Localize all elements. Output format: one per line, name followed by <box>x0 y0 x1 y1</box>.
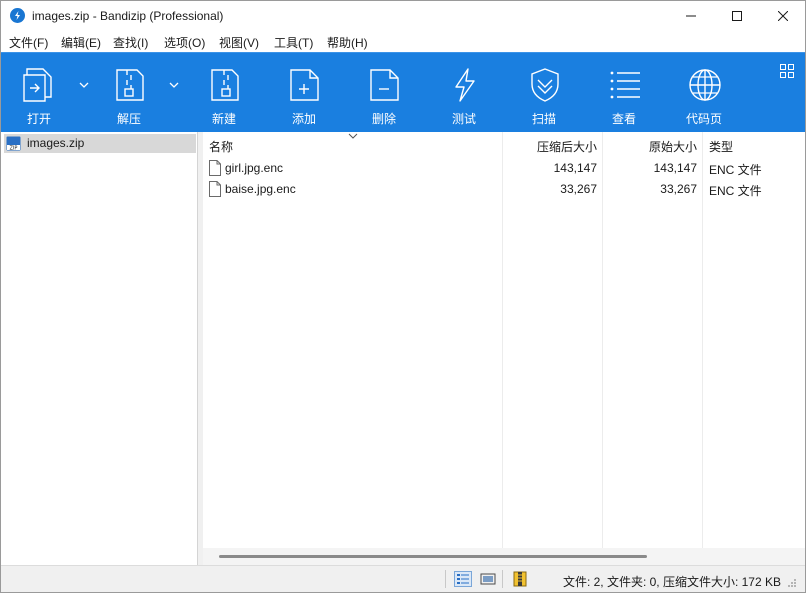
status-bar: 文件: 2, 文件夹: 0, 压缩文件大小: 172 KB <box>1 565 805 592</box>
status-summary: 文件: 2, 文件夹: 0, 压缩文件大小: 172 KB <box>562 575 781 589</box>
window-title: images.zip - Bandizip (Professional) <box>32 9 224 23</box>
file-icon <box>209 181 221 197</box>
view-label: 查看 <box>611 112 636 126</box>
menu-bar: 文件(F) 编辑(E) 查找(I) 选项(O) 视图(V) 工具(T) 帮助(H… <box>1 31 805 52</box>
extract-button[interactable]: 解压 <box>94 53 164 133</box>
list-view-icon <box>608 67 642 103</box>
archive-info-icon[interactable] <box>511 571 529 587</box>
zip-extract-icon <box>113 67 147 103</box>
lightning-test-icon <box>448 67 482 103</box>
resize-grip-icon[interactable] <box>787 578 797 588</box>
delete-label: 删除 <box>371 112 396 126</box>
column-header-original[interactable]: 原始大小 <box>603 132 703 157</box>
grid-menu-icon[interactable] <box>780 64 794 78</box>
extract-label: 解压 <box>116 112 141 126</box>
globe-icon <box>688 67 722 103</box>
menu-file[interactable]: 文件(F) <box>9 34 48 51</box>
file-name: baise.jpg.enc <box>225 182 296 196</box>
toolbar: 打开 解压 新建 添加 删除 测试 扫描 查看 代码页 <box>1 52 805 132</box>
open-dropdown-icon[interactable] <box>78 79 90 89</box>
menu-help[interactable]: 帮助(H) <box>327 34 368 51</box>
file-original-size: 33,267 <box>660 182 697 196</box>
bandizip-window: images.zip - Bandizip (Professional) 文件(… <box>0 0 806 593</box>
test-button[interactable]: 测试 <box>429 53 499 133</box>
file-compressed-size: 143,147 <box>553 161 597 175</box>
file-row[interactable]: girl.jpg.enc 143,147 143,147 ENC 文件 <box>203 158 805 179</box>
delete-button[interactable]: 删除 <box>349 53 419 133</box>
minimize-button[interactable] <box>668 1 714 31</box>
folder-tree: ZIP images.zip <box>1 132 198 565</box>
column-header-type[interactable]: 类型 <box>703 132 805 157</box>
test-label: 测试 <box>451 112 476 126</box>
new-archive-icon <box>208 67 242 103</box>
column-header-compressed[interactable]: 压缩后大小 <box>503 132 603 157</box>
file-type: ENC 文件 <box>709 184 762 198</box>
file-list: 名称 压缩后大小 原始大小 类型 girl.jpg.enc 143,147 14… <box>203 132 805 565</box>
new-archive-button[interactable]: 新建 <box>189 53 259 133</box>
sort-descending-icon <box>348 133 358 139</box>
status-divider <box>445 570 446 588</box>
file-original-size: 143,147 <box>653 161 697 175</box>
horizontal-scrollbar[interactable] <box>203 548 805 565</box>
tree-item-root[interactable]: ZIP images.zip <box>4 134 196 153</box>
add-button[interactable]: 添加 <box>269 53 339 133</box>
zip-archive-icon: ZIP <box>6 136 21 152</box>
tree-item-label: images.zip <box>27 136 85 150</box>
open-label: 打开 <box>26 112 51 126</box>
new-archive-label: 新建 <box>211 112 236 126</box>
svg-text:ZIP: ZIP <box>10 146 18 152</box>
shield-scan-icon <box>528 67 562 103</box>
menu-edit[interactable]: 编辑(E) <box>61 34 101 51</box>
add-label: 添加 <box>291 112 316 126</box>
column-header-name[interactable]: 名称 <box>203 132 503 157</box>
status-divider <box>502 570 503 588</box>
title-bar: images.zip - Bandizip (Professional) <box>1 1 805 31</box>
scan-button[interactable]: 扫描 <box>509 53 579 133</box>
extract-dropdown-icon[interactable] <box>168 79 180 89</box>
bandizip-app-icon <box>10 8 25 23</box>
file-compressed-size: 33,267 <box>560 182 597 196</box>
menu-view[interactable]: 视图(V) <box>219 34 259 51</box>
scan-label: 扫描 <box>531 112 556 126</box>
details-view-icon[interactable] <box>454 571 472 587</box>
menu-options[interactable]: 选项(O) <box>164 34 205 51</box>
scrollbar-thumb[interactable] <box>219 555 647 558</box>
menu-find[interactable]: 查找(I) <box>113 34 148 51</box>
close-button[interactable] <box>760 1 805 31</box>
thumbnail-view-icon[interactable] <box>479 571 497 587</box>
view-button[interactable]: 查看 <box>589 53 659 133</box>
codepage-label: 代码页 <box>685 112 722 126</box>
delete-file-icon <box>368 67 402 103</box>
file-icon <box>209 160 221 176</box>
file-row[interactable]: baise.jpg.enc 33,267 33,267 ENC 文件 <box>203 179 805 200</box>
file-type: ENC 文件 <box>709 163 762 177</box>
codepage-button[interactable]: 代码页 <box>669 53 739 133</box>
open-icon <box>23 67 57 103</box>
maximize-button[interactable] <box>714 1 760 31</box>
file-name: girl.jpg.enc <box>225 161 284 175</box>
add-file-icon <box>288 67 322 103</box>
open-button[interactable]: 打开 <box>4 53 74 133</box>
menu-tools[interactable]: 工具(T) <box>274 34 313 51</box>
